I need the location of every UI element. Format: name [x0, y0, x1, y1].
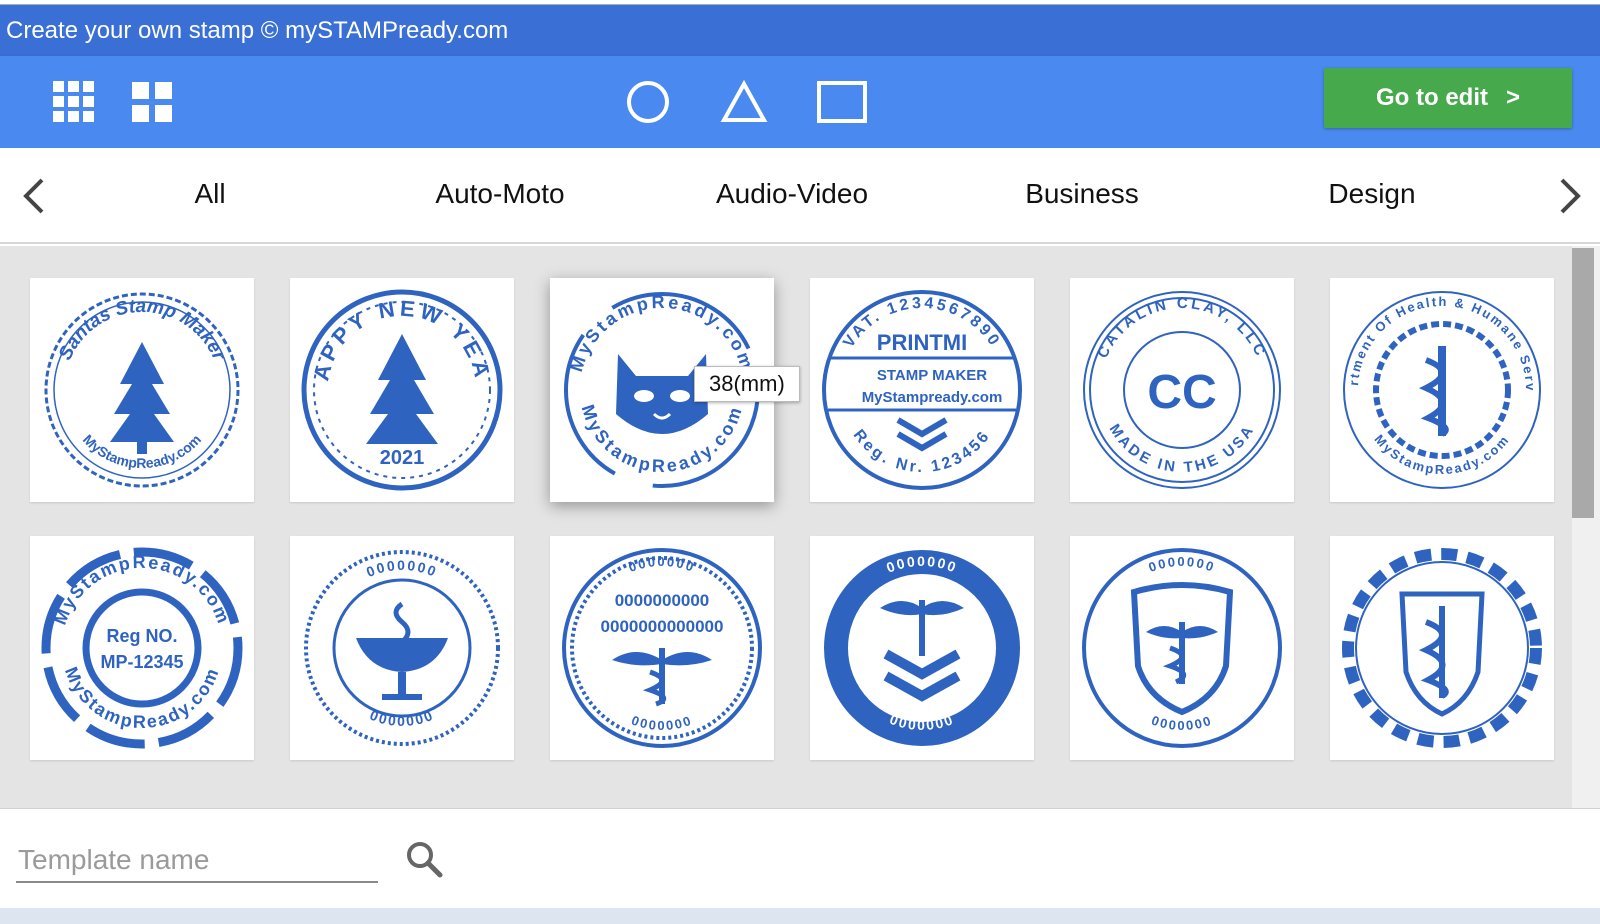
svg-text:0000000: 0000000: [364, 557, 440, 580]
template-card[interactable]: 0000000 0000000: [1070, 536, 1294, 760]
stamp-cc-icon: CATALIN CLAY, LLC MADE IN THE USA CC: [1083, 291, 1281, 489]
template-name-input[interactable]: [16, 839, 378, 883]
template-card[interactable]: MyStampReady.com MyStampReady.com Reg NO…: [30, 536, 254, 760]
svg-text:Reg NO.: Reg NO.: [106, 626, 177, 646]
svg-text:0000000000000: 0000000000000: [601, 617, 724, 636]
triangle-icon[interactable]: [720, 78, 768, 126]
svg-text:0000000: 0000000: [629, 713, 694, 733]
window-title: Create your own stamp © mySTAMPready.com: [0, 4, 1600, 56]
stamp-printmi-icon: VAT. 1234567890 Reg. Nr. 123456 PRINTMI …: [822, 290, 1022, 490]
app-window: Create your own stamp © mySTAMPready.com: [0, 0, 1600, 924]
svg-text:0000000000: 0000000000: [615, 591, 710, 610]
grid-small-icon[interactable]: [50, 78, 98, 126]
svg-text:MyStampReady.com: MyStampReady.com: [566, 292, 758, 374]
template-card[interactable]: 0000000 0000000 0000000000 0000000000000: [550, 536, 774, 760]
template-card[interactable]: CATALIN CLAY, LLC MADE IN THE USA CC: [1070, 278, 1294, 502]
category-tab-design[interactable]: Design: [1262, 178, 1482, 210]
grid-large-icon[interactable]: [128, 78, 176, 126]
template-card[interactable]: [1330, 536, 1554, 760]
template-card[interactable]: Santas Stamp Maker MyStampReady.com: [30, 278, 254, 502]
window-bottom-edge: [0, 908, 1600, 924]
stamp-new-year-icon: HAPPY NEW YEAR 2021: [296, 284, 503, 491]
stamp-caduceus-wings-icon: 0000000 0000000 0000000000 0000000000000: [562, 548, 762, 748]
template-card[interactable]: Department Of Health & Humane Services M…: [1330, 278, 1554, 502]
size-tooltip: 38(mm): [694, 366, 800, 402]
chevron-right-icon[interactable]: [1548, 172, 1588, 220]
scrollbar-thumb[interactable]: [1572, 248, 1594, 518]
stamp-health-icon: Department Of Health & Humane Services M…: [1336, 284, 1541, 489]
scrollbar[interactable]: [1572, 246, 1600, 808]
search-icon[interactable]: [404, 839, 444, 879]
category-tab-all[interactable]: All: [100, 178, 320, 210]
chevron-left-icon[interactable]: [16, 172, 56, 220]
template-card[interactable]: VAT. 1234567890 Reg. Nr. 123456 PRINTMI …: [810, 278, 1034, 502]
stamp-christmas-icon: Santas Stamp Maker MyStampReady.com: [44, 292, 240, 488]
go-to-edit-arrow: >: [1505, 84, 1520, 111]
category-tab-business[interactable]: Business: [972, 178, 1192, 210]
svg-text:CATALIN CLAY, LLC: CATALIN CLAY, LLC: [1094, 295, 1270, 361]
svg-text:PRINTMI: PRINTMI: [877, 330, 967, 355]
category-bar: All Auto-Moto Audio-Video Business Desig…: [0, 148, 1600, 244]
category-tab-auto-moto[interactable]: Auto-Moto: [390, 178, 610, 210]
template-grid: Santas Stamp Maker MyStampReady.com HAPP…: [0, 246, 1600, 808]
stamp-reg-no-icon: MyStampReady.com MyStampReady.com Reg NO…: [41, 547, 243, 749]
stamp-asclepius-icon: [1342, 548, 1542, 748]
stamp-caduceus-chevron-icon: 0000000 0000000: [824, 550, 1020, 746]
svg-text:0000000: 0000000: [627, 554, 698, 575]
svg-text:0000000: 0000000: [1147, 554, 1218, 575]
svg-text:MyStampready.com: MyStampready.com: [862, 389, 1003, 406]
stamp-pharmacy-icon: 0000000 0000000: [304, 550, 500, 746]
svg-text:CC: CC: [1147, 366, 1216, 419]
svg-text:0000000: 0000000: [1149, 713, 1214, 733]
search-footer: [0, 808, 1600, 908]
toolbar: Go to edit >: [0, 56, 1600, 148]
svg-text:MP-12345: MP-12345: [100, 652, 183, 672]
svg-text:0000000: 0000000: [368, 707, 437, 729]
circle-icon[interactable]: [624, 78, 672, 126]
template-card[interactable]: 0000000 0000000: [810, 536, 1034, 760]
stamp-caduceus-shield-icon: 0000000 0000000: [1082, 548, 1282, 748]
template-card[interactable]: HAPPY NEW YEAR 2021: [290, 278, 514, 502]
svg-text:STAMP MAKER: STAMP MAKER: [877, 367, 987, 384]
template-card[interactable]: 0000000 0000000: [290, 536, 514, 760]
go-to-edit-label: Go to edit: [1376, 84, 1488, 111]
category-tab-audio-video[interactable]: Audio-Video: [682, 178, 902, 210]
square-icon[interactable]: [816, 78, 868, 126]
svg-text:2021: 2021: [380, 447, 425, 469]
go-to-edit-button[interactable]: Go to edit >: [1324, 68, 1572, 128]
